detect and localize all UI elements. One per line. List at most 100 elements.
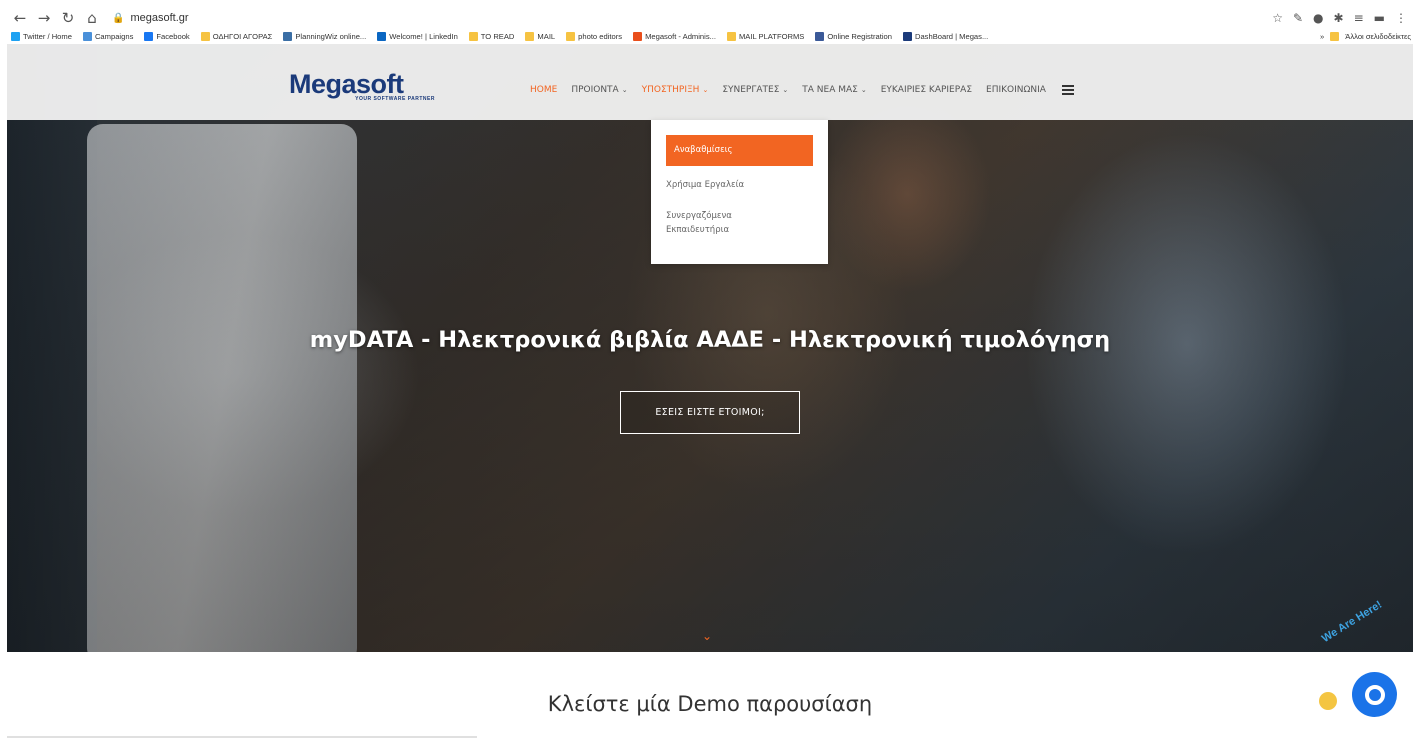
bookmark-item[interactable]: PlanningWiz online... (283, 31, 366, 41)
dropdown-item-partners-line1: Συνεργαζόμενα (666, 211, 732, 221)
dropdown-item-tools[interactable]: Χρήσιμα Εργαλεία (666, 178, 744, 192)
bookmark-label: Online Registration (827, 31, 892, 41)
bookmark-label: Megasoft - Adminis... (645, 31, 716, 41)
lock-icon: 🔒 (112, 12, 125, 24)
bookmark-item[interactable]: Facebook (144, 31, 190, 41)
menu-item-6[interactable]: ΕΠΙΚΟΙΝΩΝΙΑ (986, 85, 1046, 95)
bookmark-icon (283, 31, 293, 41)
nav-buttons: ← → ↻ ⌂ (10, 8, 102, 28)
menu-item-label: HOME (530, 85, 558, 95)
website: myDATA - Ηλεκτρονικά βιβλία ΑΑΔΕ - Ηλεκτ… (7, 44, 1413, 738)
dropdown-item-upgrades[interactable]: Αναβαθμίσεις (666, 135, 813, 166)
star-icon[interactable]: ☆ (1272, 11, 1283, 25)
bookmark-item[interactable]: DashBoard | Megas... (902, 31, 989, 41)
menu-item-5[interactable]: ΕΥΚΑΙΡΙΕΣ ΚΑΡΙΕΡΑΣ (881, 85, 972, 95)
bookmark-item[interactable]: MAIL (525, 31, 556, 41)
menu-item-4[interactable]: ΤΑ ΝΕΑ ΜΑΣ ⌄ (802, 85, 866, 95)
pen-icon[interactable]: ✎ (1293, 11, 1303, 25)
menu-item-label: ΕΠΙΚΟΙΝΩΝΙΑ (986, 85, 1046, 95)
bookmark-icon (566, 31, 576, 41)
menu-item-2[interactable]: ΥΠΟΣΤΗΡΙΞΗ ⌄ (642, 85, 709, 95)
hero-title: myDATA - Ηλεκτρονικά βιβλία ΑΑΔΕ - Ηλεκτ… (309, 327, 1111, 353)
bookmark-label: Campaigns (94, 31, 134, 41)
bookmark-icon (200, 31, 210, 41)
bookmark-label: MAIL PLATFORMS (738, 31, 805, 41)
home-icon[interactable]: ⌂ (82, 8, 102, 28)
other-bookmarks[interactable]: » Άλλοι σελιδοδείκτες (1314, 28, 1411, 44)
bookmark-item[interactable]: Online Registration (815, 31, 892, 41)
chat-button[interactable] (1352, 672, 1397, 717)
url-bar[interactable]: 🔒 megasoft.gr (112, 12, 189, 24)
menu-item-3[interactable]: ΣΥΝΕΡΓΑΤΕΣ ⌄ (722, 85, 788, 95)
toolbar-icons: ☆ ✎ ● ✱ ≡ ▬ ⋮ (1272, 8, 1407, 28)
bookmark-icon (144, 31, 154, 41)
reload-icon[interactable]: ↻ (58, 8, 78, 28)
puzzle-icon[interactable]: ✱ (1334, 11, 1344, 25)
bookmark-label: TO READ (480, 31, 515, 41)
bookmark-item[interactable]: MAIL PLATFORMS (726, 31, 805, 41)
site-header: Megasoft YOUR SOFTWARE PARTNER HOME ΠΡΟΙΟ… (7, 44, 1413, 120)
more-bookmarks-icon[interactable]: » (1320, 32, 1324, 41)
bookmark-item[interactable]: Campaigns (82, 31, 134, 41)
bookmark-icon (726, 31, 736, 41)
scroll-down-icon[interactable]: ⌄ (702, 629, 712, 643)
bookmark-item[interactable]: Welcome! | LinkedIn (377, 31, 458, 41)
chat-widget[interactable]: We Are Here! (1319, 599, 1409, 732)
bookmark-icon (633, 31, 643, 41)
menu-item-label: ΤΑ ΝΕΑ ΜΑΣ (802, 85, 858, 95)
hamburger-line (1061, 89, 1074, 91)
menu-item-label: ΣΥΝΕΡΓΑΤΕΣ (722, 85, 780, 95)
hamburger-line (1061, 93, 1074, 95)
demo-section-title: Κλείστε μία Demo παρουσίαση (547, 692, 873, 716)
hamburger-line (1061, 85, 1074, 87)
demo-section: Κλείστε μία Demo παρουσίαση (7, 652, 1413, 738)
waving-hand-icon (1319, 692, 1337, 710)
menu-item-label: ΕΥΚΑΙΡΙΕΣ ΚΑΡΙΕΡΑΣ (880, 85, 973, 95)
chevron-down-icon: ⌄ (860, 86, 867, 94)
bookmark-item[interactable]: ΟΔΗΓΟΙ ΑΓΟΡΑΣ (200, 31, 273, 41)
menu-item-label: ΥΠΟΣΤΗΡΙΞΗ (641, 85, 700, 95)
chevron-down-icon: ⌄ (782, 86, 789, 94)
hamburger-menu-icon[interactable] (1061, 85, 1074, 95)
chat-bubble-icon (1364, 684, 1385, 705)
address-row: ← → ↻ ⌂ 🔒 megasoft.gr ☆ ✎ ● ✱ ≡ ▬ ⋮ (0, 8, 1413, 28)
bookmark-item[interactable]: Megasoft - Adminis... (633, 31, 716, 41)
dropdown-item-partners-line2: Εκπαιδευτήρια (666, 225, 730, 235)
main-menu: HOME ΠΡΟΙΟΝΤΑ ⌄ ΥΠΟΣΤΗΡΙΞΗ ⌄ ΣΥΝΕΡΓΑΤΕΣ ⌄ ΤΑ ΝΕ… (530, 82, 1074, 98)
dropdown-item-partners[interactable]: Συνεργαζόμενα Εκπαιδευτήρια (666, 209, 732, 237)
bookmark-icon (11, 31, 20, 41)
bookmarks-bar: Twitter / Home Campaigns Facebook ΟΔΗΓΟΙ ΑΓ… (0, 28, 1413, 44)
profile-icon[interactable]: ▬ (1374, 11, 1385, 25)
back-icon[interactable]: ← (10, 8, 30, 28)
browser-chrome: ← → ↻ ⌂ 🔒 megasoft.gr ☆ ✎ ● ✱ ≡ ▬ ⋮ Twit… (0, 0, 1413, 44)
menu-dots-icon[interactable]: ⋮ (1395, 11, 1407, 25)
bookmark-item[interactable]: TO READ (468, 31, 515, 41)
bookmark-label: Welcome! | LinkedIn (389, 31, 458, 41)
bookmark-label: MAIL (537, 31, 556, 41)
reading-list-icon[interactable]: ≡ (1354, 11, 1364, 25)
logo[interactable]: Megasoft YOUR SOFTWARE PARTNER (289, 70, 437, 114)
bookmark-item[interactable]: photo editors (566, 31, 623, 41)
other-bookmarks-label: Άλλοι σελιδοδείκτες (1345, 31, 1411, 41)
menu-item-label: ΠΡΟΙΟΝΤΑ (571, 85, 619, 95)
bookmark-icon (377, 31, 387, 41)
url-text: megasoft.gr (130, 12, 189, 24)
folder-icon (1330, 31, 1340, 41)
bookmark-icon (815, 31, 825, 41)
bookmark-icon (82, 31, 92, 41)
bookmark-label: photo editors (578, 31, 623, 41)
bookmark-label: DashBoard | Megas... (914, 31, 989, 41)
bookmark-label: Facebook (156, 31, 190, 41)
cta-button[interactable]: ΕΣΕΙΣ ΕΙΣΤΕ ΕΤΟΙΜΟΙ; (620, 391, 800, 434)
bookmark-icon (525, 31, 535, 41)
logo-text: Megasoft (289, 69, 404, 99)
menu-item-1[interactable]: ΠΡΟΙΟΝΤΑ ⌄ (571, 85, 627, 95)
forward-icon[interactable]: → (34, 8, 54, 28)
extension-icon[interactable]: ● (1313, 11, 1323, 25)
menu-item-0[interactable]: HOME (530, 85, 557, 95)
bookmark-item[interactable]: Twitter / Home (11, 31, 72, 41)
chevron-down-icon: ⌄ (702, 86, 709, 94)
bookmark-label: Twitter / Home (23, 31, 72, 41)
bookmark-icon (468, 31, 478, 41)
bookmark-label: ΟΔΗΓΟΙ ΑΓΟΡΑΣ (212, 31, 273, 41)
